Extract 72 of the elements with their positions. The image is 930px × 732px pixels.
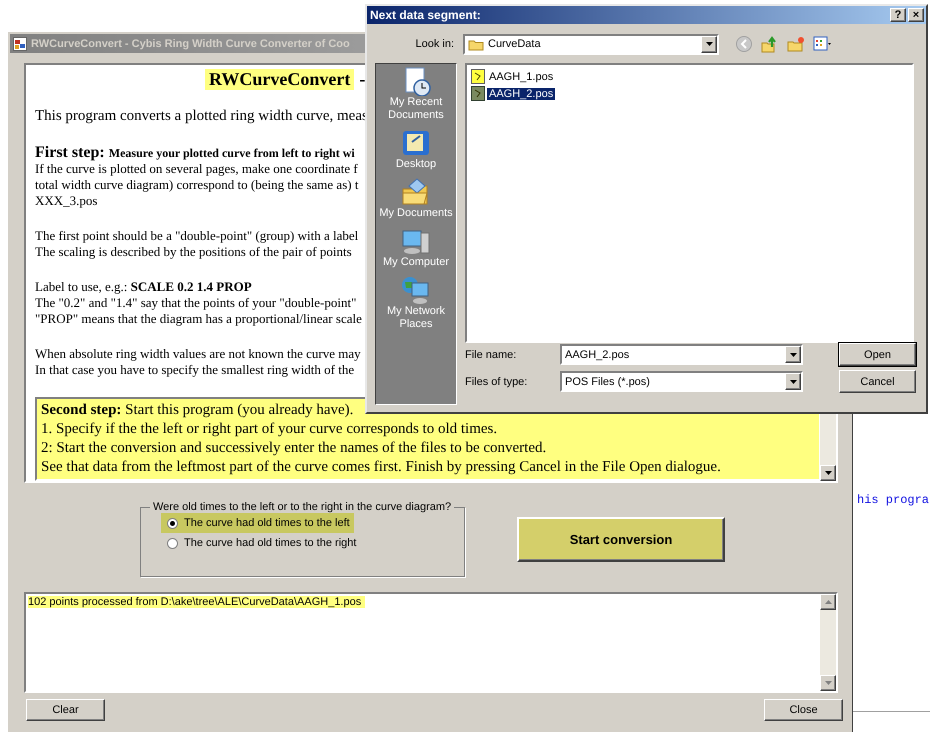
close-button[interactable]: × (908, 8, 924, 22)
new-folder-icon[interactable] (787, 35, 805, 53)
open-button[interactable]: Open (839, 343, 916, 366)
dialog-button[interactable]: Clear (26, 699, 105, 721)
radio-button[interactable] (167, 538, 178, 548)
file-name: AAGH_1.pos (488, 70, 554, 82)
radio-option[interactable]: The curve had old times to the left (161, 513, 354, 533)
option-label: The curve had old times to the left (184, 517, 350, 529)
file-icon (471, 69, 485, 84)
place-label: Desktop (396, 158, 436, 171)
place-label: My Network Places (386, 305, 446, 331)
field-label: File name: (465, 348, 518, 360)
note-text: See that data from the leftmost part of the curve comes first. Finish by pressing Cancel in the File Open dialogue. (41, 458, 721, 477)
down-arrow-icon (824, 469, 832, 477)
up-arrow-icon (824, 598, 832, 606)
option-label: The curve had old times to the right (184, 537, 356, 549)
help-heading: RWCurveConvert (205, 69, 354, 90)
file-item[interactable]: AAGH_2.pos (471, 85, 908, 102)
place-label: My Documents (379, 207, 453, 220)
radio-button[interactable] (167, 518, 178, 528)
dialog-button[interactable]: Close (764, 699, 843, 721)
group-legend: Were old times to the left or to the right in the curve diagram? (150, 501, 454, 513)
dialog-title: Next data segment: (370, 8, 481, 22)
start-conversion-button[interactable]: Start conversion (517, 517, 725, 562)
place-item[interactable]: My Computer (376, 226, 456, 269)
help-text: Label to use, e.g.: SCALE 0.2 1.4 PROP (35, 279, 252, 295)
place-item[interactable]: My Documents (376, 177, 456, 220)
heading-dash: - (359, 69, 366, 90)
help-text: The "0.2" and "1.4" say that the points of your "double-point" (35, 295, 356, 311)
log-box[interactable]: 102 points processed from D:\ake\tree\ALE\CurveData\AAGH_1.pos (24, 592, 838, 693)
file-icon (471, 86, 485, 101)
field-label: Look in: (414, 38, 455, 50)
place-label: My Recent Documents (387, 96, 445, 122)
place-label: My Computer (382, 256, 450, 269)
dropdown-value: CurveData (488, 38, 541, 50)
file-type-dropdown[interactable]: POS Files (*.pos) (560, 371, 803, 392)
background-code-text: his progra (857, 493, 930, 507)
back-icon[interactable] (735, 35, 753, 53)
desktop-place-icon (400, 128, 432, 158)
file-item[interactable]: AAGH_1.pos (471, 68, 908, 85)
radio-option[interactable]: The curve had old times to the right (161, 533, 360, 553)
down-arrow-icon (824, 679, 832, 687)
caret-icon (704, 40, 714, 48)
help-text: The first point should be a "double-point" (group) with a label (35, 228, 358, 244)
note-text: 1. Specify if the the left or right part of your curve corresponds to old times. (41, 420, 498, 439)
caret-icon (788, 378, 798, 386)
place-item[interactable]: My Recent Documents (376, 66, 456, 122)
help-text: First step: Measure your plotted curve from left to right wi (35, 145, 355, 161)
up-folder-icon[interactable] (761, 35, 779, 53)
window-title: RWCurveConvert - Cybis Ring Width Curve Converter of Coo (31, 38, 350, 50)
help-text: total width curve diagram) correspond to (being the same as) t (35, 177, 358, 193)
file-name: AAGH_2.pos (487, 88, 556, 100)
help-text: The scaling is described by the positions of the pair of points (35, 244, 352, 260)
app-icon (13, 36, 27, 50)
note-text: 2: Start the conversion and successively enter the names of the files to be converted. (41, 439, 546, 458)
help-button[interactable]: ? (890, 8, 906, 22)
help-text: In that case you have to specify the smallest ring width of the (35, 362, 354, 378)
look-in-dropdown[interactable]: CurveData (463, 34, 719, 54)
file-name-dropdown[interactable]: AAGH_2.pos (560, 344, 803, 365)
help-text: If the curve is plotted on several pages, make one coordinate f (35, 161, 358, 177)
field-label: Files of type: (465, 376, 528, 388)
note-text: Second step: Start this program (you already have). (41, 401, 354, 420)
caret-icon (788, 350, 798, 358)
place-item[interactable]: My Network Places (376, 275, 456, 331)
help-text: XXX_3.pos (35, 193, 98, 209)
cancel-button[interactable]: Cancel (839, 370, 916, 393)
view-menu-icon[interactable] (813, 35, 831, 53)
scrollbar[interactable] (820, 594, 836, 691)
place-item[interactable]: Desktop (376, 128, 456, 171)
help-text: When absolute ring width values are not known the curve may (35, 346, 361, 362)
folder-icon (468, 38, 484, 50)
help-text: "PROP" means that the diagram has a proportional/linear scale (35, 311, 362, 327)
